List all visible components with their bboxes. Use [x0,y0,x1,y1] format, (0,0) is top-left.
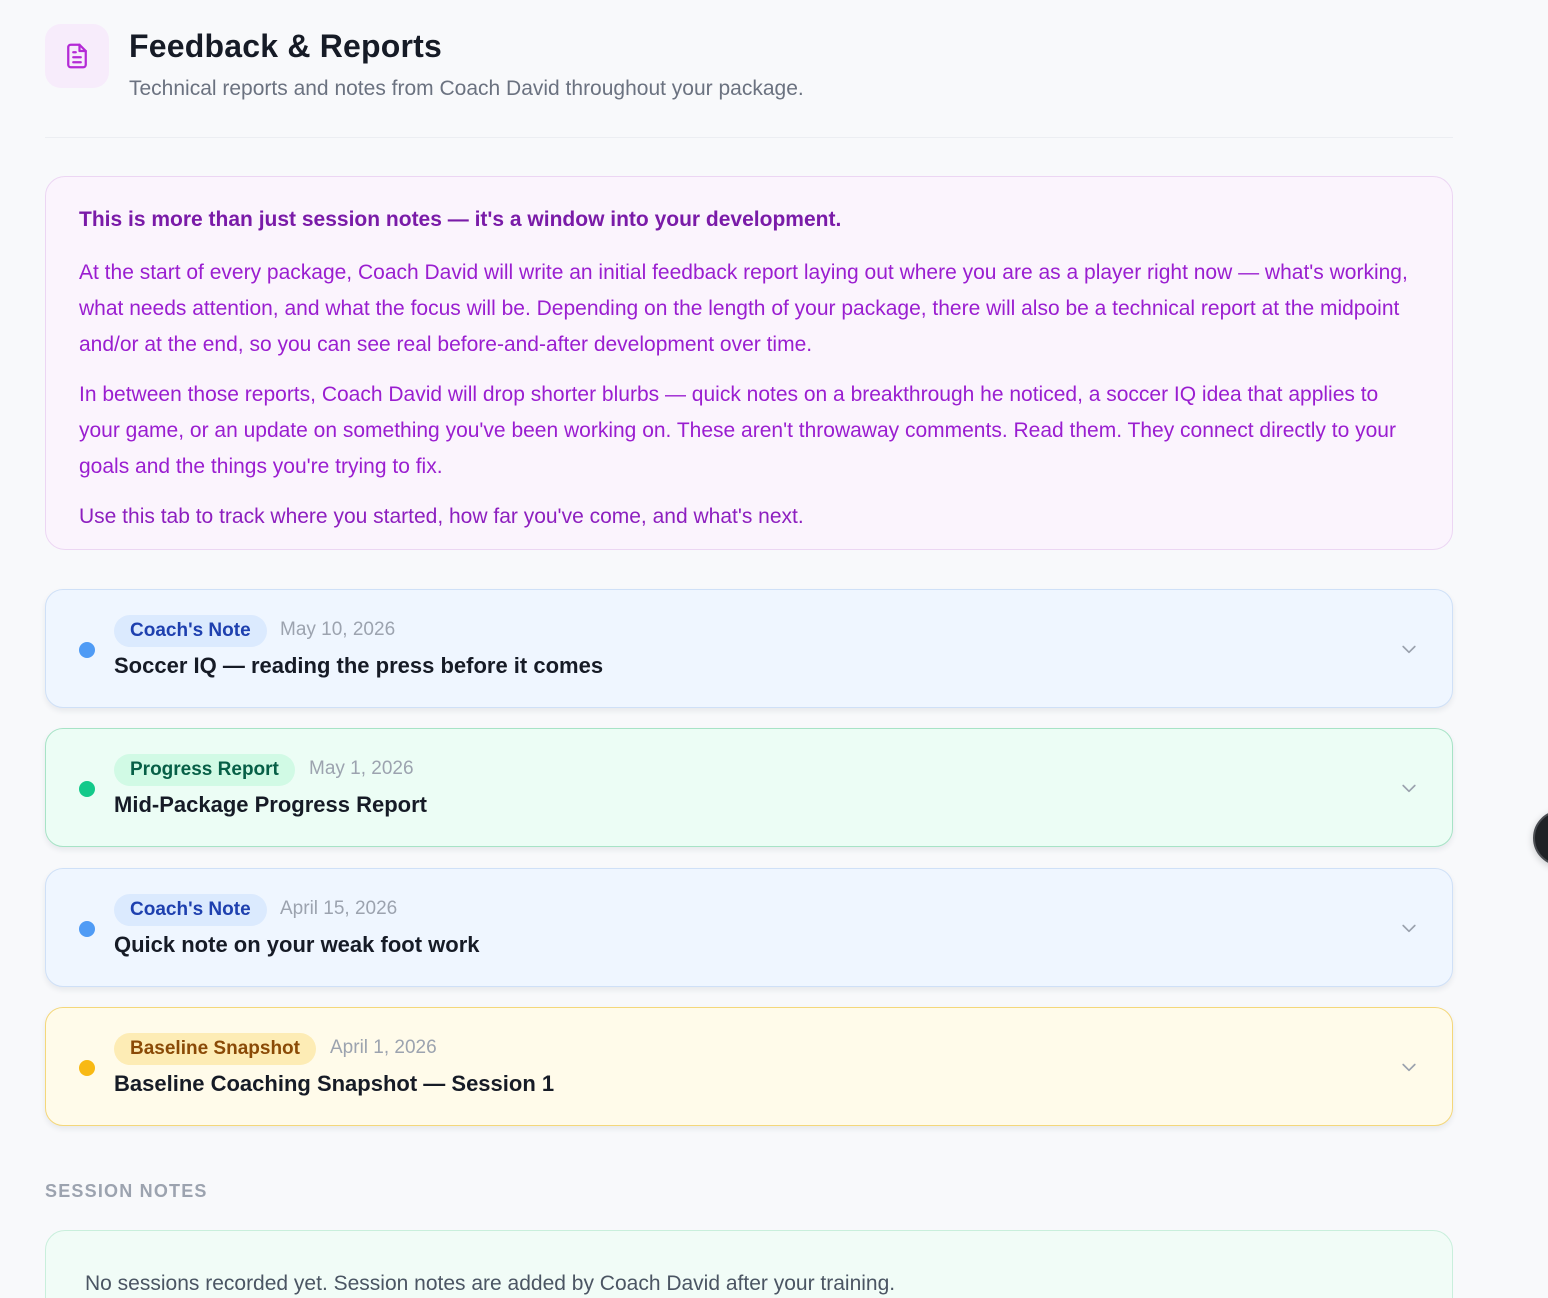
page-title: Feedback & Reports [129,28,443,64]
session-notes-empty-state: No sessions recorded yet. Session notes … [85,1272,896,1295]
entry-dot-icon [79,921,95,937]
feedback-entry[interactable]: Baseline Snapshot April 1, 2026 Baseline… [45,1007,1453,1126]
entry-date: May 10, 2026 [280,619,396,640]
floating-action-button[interactable] [1533,810,1548,866]
chevron-down-icon[interactable] [1399,639,1419,659]
entry-title: Mid-Package Progress Report [114,792,427,817]
intro-paragraph: Use this tab to track where you started,… [79,505,804,528]
entry-date: April 15, 2026 [280,898,398,919]
entry-title: Quick note on your weak foot work [114,932,480,957]
chevron-down-icon[interactable] [1399,778,1419,798]
entry-dot-icon [79,1060,95,1076]
entry-date: May 1, 2026 [309,758,414,779]
session-notes-heading: SESSION NOTES [45,1181,208,1201]
entry-dot-icon [79,781,95,797]
entry-date: April 1, 2026 [330,1037,437,1058]
intro-callout: This is more than just session notes — i… [45,176,1453,550]
entry-dot-icon [79,642,95,658]
feedback-entry[interactable]: Coach's Note May 10, 2026 Soccer IQ — re… [45,589,1453,708]
entry-type-badge: Coach's Note [114,615,267,647]
page-header: Feedback & Reports Technical reports and… [45,24,1453,138]
document-icon [45,24,109,88]
intro-paragraph: At the start of every package, Coach Dav… [79,261,1408,356]
entry-title: Soccer IQ — reading the press before it … [114,653,604,678]
intro-heading: This is more than just session notes — i… [79,208,842,231]
entry-type-badge: Baseline Snapshot [114,1033,316,1065]
intro-paragraph: In between those reports, Coach David wi… [79,383,1396,478]
entry-title: Baseline Coaching Snapshot — Session 1 [114,1071,555,1096]
feedback-entry[interactable]: Progress Report May 1, 2026 Mid-Package … [45,728,1453,847]
chevron-down-icon[interactable] [1399,918,1419,938]
feedback-entry[interactable]: Coach's Note April 15, 2026 Quick note o… [45,868,1453,987]
entry-type-badge: Coach's Note [114,894,267,926]
feedback-reports-page: Feedback & Reports Technical reports and… [0,0,1548,1298]
chevron-down-icon[interactable] [1399,1057,1419,1077]
page-subtitle: Technical reports and notes from Coach D… [129,77,804,100]
session-notes-panel: No sessions recorded yet. Session notes … [45,1230,1453,1298]
entry-type-badge: Progress Report [114,754,295,786]
